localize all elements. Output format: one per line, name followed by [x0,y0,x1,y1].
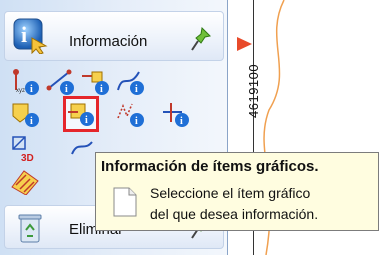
svg-text:i: i [135,116,138,127]
svg-text:i: i [180,116,183,127]
svg-text:i: i [21,22,27,47]
curve-info-tool[interactable]: i [115,68,145,96]
svg-text:i: i [65,84,68,95]
document-icon [112,186,138,218]
hatch-info-tool[interactable] [10,167,40,195]
curve-info-icon: i [117,71,144,95]
node-info-icon: i [82,71,109,95]
point-info-tool[interactable]: xyz i [10,68,40,96]
section-title: Información [69,33,148,50]
svg-text:i: i [135,84,138,95]
path-info-tool[interactable]: i [115,100,145,128]
path-info-icon: i [117,103,144,127]
node-info-tool[interactable]: i [80,68,110,96]
tooltip-title: Información de ítems gráficos. [101,158,319,175]
recycle-bin-icon [15,212,45,244]
line-info-tool[interactable]: i [45,68,75,96]
svg-text:i: i [85,115,88,126]
3d-info-tool[interactable]: 3D [10,134,40,162]
intersection-info-tool[interactable]: i [160,100,190,128]
red-arrow-icon [234,34,254,54]
area-info-tool[interactable]: i [10,100,40,128]
point-info-icon: xyz i [13,69,39,95]
intersection-info-icon: i [163,103,189,127]
tooltip-text-line: del que desea información. [150,206,319,222]
info-globe-icon: i [12,16,48,55]
svg-text:i: i [100,84,103,95]
svg-text:i: i [30,116,33,127]
line-info-icon: i [46,69,74,95]
area-info-icon: i [12,103,39,127]
hatch-info-icon [11,170,39,195]
graphic-item-info-tool[interactable]: i [63,96,99,132]
svg-text:xyz: xyz [16,88,25,94]
3d-label: 3D [21,153,34,162]
3d-info-icon: 3D [12,136,34,162]
tooltip-text-line: Seleccione el ítem gráfico [150,185,311,201]
graphic-item-info-icon: i [68,103,94,126]
pin-icon[interactable] [190,26,212,52]
svg-text:i: i [30,84,33,95]
